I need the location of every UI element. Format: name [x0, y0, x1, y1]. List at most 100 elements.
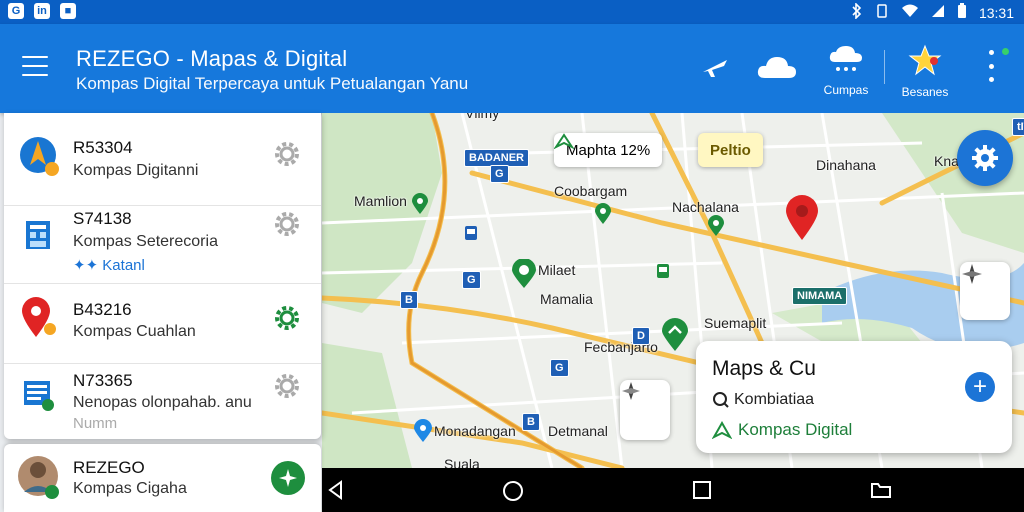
- signal-icon: [931, 4, 945, 21]
- hamburger-menu-icon[interactable]: [22, 56, 48, 76]
- location-pin-icon: [22, 297, 56, 337]
- list-item[interactable]: S74138 Kompas Seterecoria ✦✦ Katanl: [4, 205, 321, 284]
- profile-subtitle: Kompas Cigaha: [73, 480, 187, 497]
- weather-button[interactable]: Cumpas: [817, 44, 875, 97]
- map-label: Vlimy: [465, 113, 500, 121]
- place-pin-icon[interactable]: [595, 203, 611, 225]
- settings-fab[interactable]: [957, 130, 1013, 186]
- weather-icon: [829, 46, 862, 71]
- map-chip-pelto[interactable]: Peltio: [698, 133, 763, 167]
- more-options-icon[interactable]: [986, 50, 996, 82]
- info-card-title: Maps & Cu: [712, 357, 816, 380]
- place-pin-icon[interactable]: [414, 419, 432, 443]
- road-sign: G: [550, 359, 569, 377]
- system-navigation-bar: [322, 468, 1024, 512]
- list-item-subtitle: Kompas Cuahlan: [73, 323, 196, 340]
- place-pin-icon[interactable]: [512, 259, 536, 289]
- list-item[interactable]: N73365 Nenopas olonpahab. anu Numm: [4, 363, 321, 439]
- list-item-tag: ✦✦ Katanl: [73, 257, 145, 274]
- gear-icon[interactable]: [272, 139, 302, 169]
- road-sign: B: [400, 291, 418, 309]
- compass-needle-icon: [622, 382, 640, 400]
- gear-icon[interactable]: [272, 371, 302, 401]
- map-label: Detmanal: [548, 423, 608, 439]
- road-sign: tIT: [1012, 118, 1024, 136]
- building-icon: [26, 221, 50, 249]
- vibrate-icon: [875, 4, 889, 21]
- document-stack-icon: [24, 381, 54, 411]
- list-item-subtitle: Nenopas olonpahab. anu: [73, 394, 252, 411]
- favorites-button[interactable]: Besanes: [894, 44, 956, 99]
- list-item-title: R53304: [73, 138, 133, 157]
- list-item[interactable]: B43216 Kompas Cuahlan: [4, 283, 321, 364]
- map-chip-maps-label: Maphta 12%: [566, 141, 651, 159]
- avatar: [18, 456, 59, 499]
- transit-icon: [465, 226, 477, 240]
- info-card-line1: Kombiatiaa: [734, 391, 815, 408]
- compass-app-icon: [20, 137, 59, 176]
- gear-icon: [972, 145, 998, 171]
- notification-g-icon: G: [8, 3, 24, 19]
- profile-row[interactable]: REZEGO Kompas Cigaha: [4, 444, 321, 512]
- recenter-button[interactable]: [960, 262, 1010, 320]
- place-pin-icon[interactable]: [662, 318, 688, 352]
- notification-linkedin-icon: in: [34, 3, 50, 19]
- favorites-label: Besanes: [901, 85, 949, 99]
- map-chip-pelto-label: Peltio: [710, 141, 751, 159]
- online-status-dot: [1002, 48, 1009, 55]
- wifi-icon: [901, 4, 919, 21]
- road-sign: G: [462, 271, 481, 289]
- app-bar: REZEGO - Mapas & Digital Kompas Digital …: [0, 24, 1024, 113]
- search-icon: [713, 392, 729, 408]
- weather-label: Cumpas: [823, 83, 869, 97]
- place-info-card[interactable]: Maps & Cu Kombiatiaa Kompas Digital +: [696, 341, 1012, 453]
- airplane-icon[interactable]: [700, 52, 730, 87]
- navigation-arrow-icon: [554, 133, 574, 149]
- gear-icon[interactable]: [272, 303, 302, 333]
- app-subtitle: Kompas Digital Terpercaya untuk Petualan…: [76, 74, 469, 93]
- map-chip-maps[interactable]: Maphta 12%: [554, 133, 663, 167]
- navigate-button[interactable]: [271, 461, 305, 495]
- recents-icon[interactable]: [692, 480, 712, 500]
- cloud-icon[interactable]: [756, 54, 798, 85]
- compass-star-icon: [279, 469, 297, 487]
- list-item-title: B43216: [73, 300, 132, 319]
- folder-icon[interactable]: [870, 480, 892, 500]
- list-item-title: S74138: [73, 209, 132, 228]
- map-label: Dinahana: [816, 157, 876, 173]
- appbar-divider: [884, 50, 885, 84]
- gear-icon[interactable]: [272, 209, 302, 239]
- road-sign: G: [490, 165, 509, 183]
- locate-button[interactable]: [620, 380, 670, 440]
- compass-needle-icon: [962, 264, 982, 284]
- notification-square-icon: ■: [60, 3, 76, 19]
- add-button[interactable]: +: [965, 372, 995, 402]
- map-label: Suemaplit: [704, 315, 767, 331]
- info-card-line2: Kompas Digital: [738, 420, 853, 439]
- battery-icon: [957, 3, 967, 22]
- map-label: Nachalana: [672, 199, 739, 215]
- map-label: Kna: [934, 153, 959, 169]
- profile-name: REZEGO: [73, 458, 145, 477]
- list-item-subtitle: Kompas Seterecoria: [73, 233, 218, 250]
- road-sign: D: [632, 327, 650, 345]
- place-pin-icon[interactable]: [412, 193, 428, 215]
- list-item[interactable]: R53304 Kompas Digitanni: [4, 113, 321, 206]
- list-item-note: Numm: [73, 415, 118, 432]
- list-item-subtitle: Kompas Digitanni: [73, 162, 199, 179]
- place-pin-icon[interactable]: [708, 215, 724, 237]
- home-icon[interactable]: [502, 480, 524, 502]
- map-label: Coobargam: [554, 183, 628, 199]
- list-item-title: N73365: [73, 371, 133, 390]
- status-bar: G in ■ 13:31: [0, 0, 1024, 24]
- transit-icon: [657, 264, 669, 278]
- map-label: Mamalia: [540, 291, 593, 307]
- navigation-arrow-icon: [712, 421, 732, 439]
- map-label: Milaet: [538, 262, 576, 278]
- back-icon[interactable]: [326, 480, 346, 500]
- selected-location-pin-icon[interactable]: [786, 195, 818, 241]
- location-list-panel: R53304 Kompas Digitanni S74138 Kompas Se…: [4, 113, 321, 439]
- star-icon: [908, 44, 942, 76]
- plus-icon: +: [972, 373, 987, 400]
- map-label: Suala: [444, 456, 480, 468]
